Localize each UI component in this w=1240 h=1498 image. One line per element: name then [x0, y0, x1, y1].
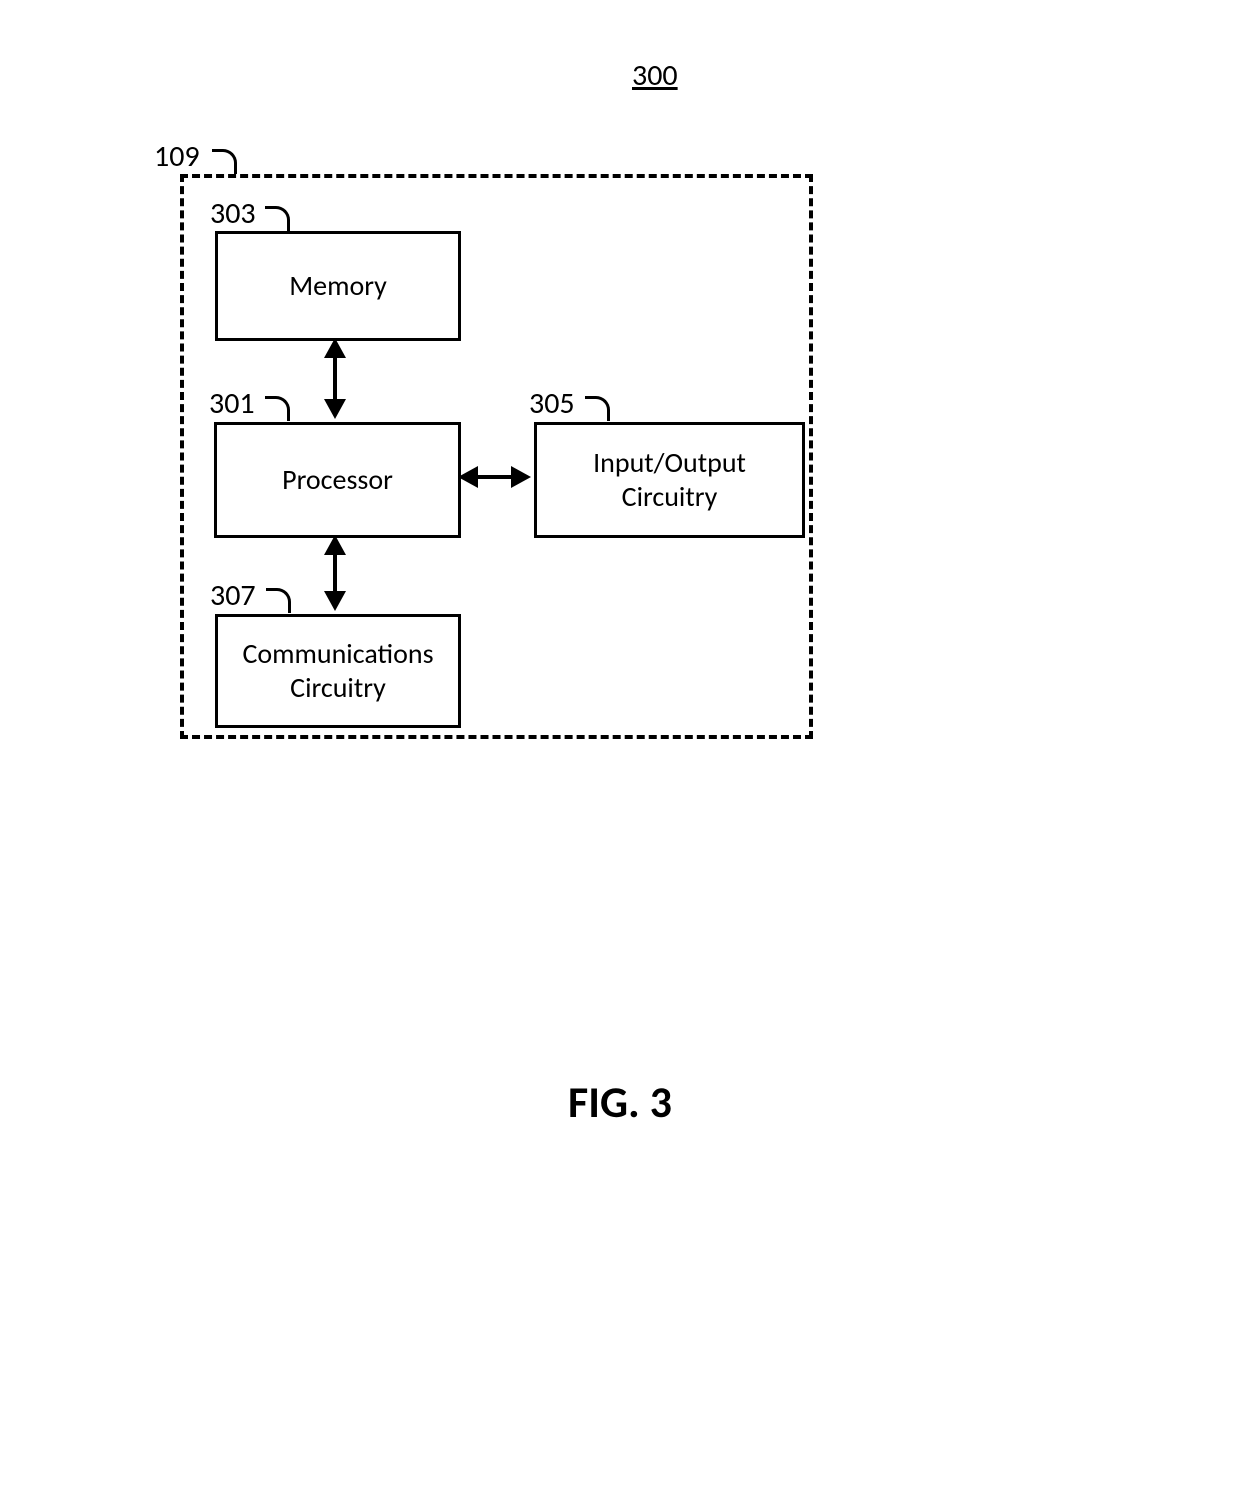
diagram-page: 300 109 303 Memory 301 Processor 305 Inp…	[0, 0, 1240, 1498]
memory-block: Memory	[215, 231, 461, 341]
memory-label: Memory	[283, 269, 393, 303]
ref-hook-307	[266, 588, 291, 613]
ref-hook-109	[212, 149, 237, 174]
io-block: Input/Output Circuitry	[534, 422, 805, 538]
ref-hook-301	[265, 396, 290, 421]
processor-ref: 301	[209, 385, 255, 422]
outer-container-ref: 109	[154, 138, 200, 175]
figure-number-top: 300	[632, 57, 678, 94]
io-ref: 305	[529, 385, 575, 422]
io-label: Input/Output Circuitry	[537, 446, 802, 513]
comm-label: Communications Circuitry	[236, 637, 439, 704]
comm-block: Communications Circuitry	[215, 614, 461, 728]
ref-hook-303	[265, 206, 290, 231]
processor-label: Processor	[276, 463, 399, 497]
comm-ref: 307	[210, 577, 256, 614]
ref-hook-305	[585, 396, 610, 421]
processor-block: Processor	[214, 422, 461, 538]
memory-ref: 303	[210, 195, 256, 232]
figure-caption: FIG. 3	[0, 1075, 1240, 1129]
